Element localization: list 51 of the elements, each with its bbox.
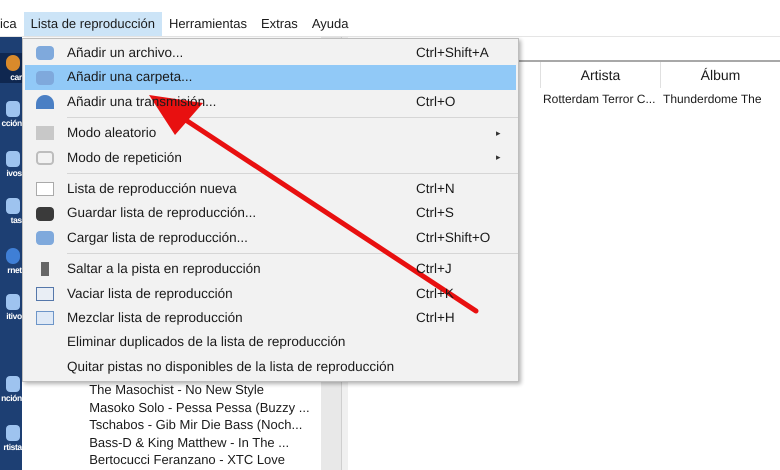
sidebar-label: tas (10, 214, 22, 226)
shortcut-label: Ctrl+J (416, 260, 453, 278)
menu-bar-item[interactable]: Extras (254, 12, 305, 36)
shortcut-label: Ctrl+Shift+A (416, 44, 490, 62)
sidebar-tab[interactable]: rnet (0, 246, 22, 276)
sidebar-tab[interactable]: nción (0, 374, 22, 404)
sidebar-tab[interactable]: car (0, 53, 22, 83)
table-cell-text: Rotterdam Terror C... (542, 91, 656, 108)
table-cell-text: Thunderdome The (662, 91, 762, 108)
menu-bar-item[interactable]: Lista de reproducción (24, 12, 162, 36)
column-header[interactable]: Álbum (660, 62, 780, 88)
menu-item[interactable]: Cargar lista de reproducción... Ctrl+Shift+O (25, 226, 516, 250)
shortcut-label: Ctrl+Shift+O (416, 228, 492, 247)
menu-item[interactable]: Añadir un archivo... Ctrl+Shift+A (25, 41, 516, 66)
shortcut-label: Ctrl+S (416, 204, 455, 222)
track-title[interactable]: The Masochist - No New Style (69, 381, 322, 398)
menu-bar-item[interactable]: Ayuda (304, 12, 356, 36)
shortcut-label: Ctrl+H (416, 308, 456, 327)
sidebar-label: rnet (7, 264, 22, 276)
sidebar-tab[interactable]: ivos (0, 149, 22, 179)
menu-bar-item[interactable]: ica (0, 12, 24, 36)
track-title[interactable]: Bass-D & King Matthew - In The ... (69, 434, 322, 451)
menu-item[interactable]: Añadir una carpeta... (25, 65, 516, 90)
sidebar-label: ivos (6, 167, 22, 179)
menu-item[interactable]: Guardar lista de reproducción... Ctrl+S (25, 201, 516, 226)
sidebar-tab[interactable]: rtista (0, 423, 22, 453)
sidebar-tab[interactable]: cción (0, 99, 22, 129)
track-title[interactable]: Bertocucci Feranzano - XTC Love (69, 451, 322, 468)
track-title[interactable]: Masoko Solo - Pessa Pessa (Buzzy ... (69, 398, 322, 416)
sidebar-label: car (10, 71, 22, 83)
menu-item[interactable]: Eliminar duplicados de la lista de reproducción (25, 330, 516, 355)
sidebar-tab[interactable]: itivo (0, 292, 22, 322)
column-header[interactable]: Artista (540, 62, 660, 88)
submenu-item[interactable]: Modo de repetición ▸ (25, 146, 516, 170)
menu-item[interactable]: Lista de reproducción nueva Ctrl+N (25, 176, 516, 202)
sidebar-label: nción (1, 392, 22, 404)
sidebar-tab[interactable]: tas (0, 196, 22, 226)
menu-bar-item[interactable]: Herramientas (162, 12, 254, 36)
sidebar-label: itivo (6, 310, 22, 322)
menu-item[interactable]: Saltar a la pista en reproducción Ctrl+J (25, 257, 516, 282)
sidebar-label: cción (2, 117, 22, 129)
menu-item[interactable]: Mezclar lista de reproducción Ctrl+H (25, 306, 516, 330)
sidebar-label: rtista (3, 441, 22, 453)
submenu-item[interactable]: Modo aleatorio ▸ (25, 121, 516, 146)
menu-item[interactable]: Quitar pistas no disponibles de la lista de reproducción (25, 354, 516, 380)
shortcut-label: Ctrl+N (416, 180, 456, 198)
shortcut-label: Ctrl+O (416, 92, 456, 111)
submenu-arrow: ▸ (496, 126, 502, 140)
track-title[interactable]: Tschabos - Gib Mir Die Bass (Noch... (69, 416, 322, 434)
submenu-arrow: ▸ (496, 151, 502, 164)
window-icon (36, 286, 54, 301)
